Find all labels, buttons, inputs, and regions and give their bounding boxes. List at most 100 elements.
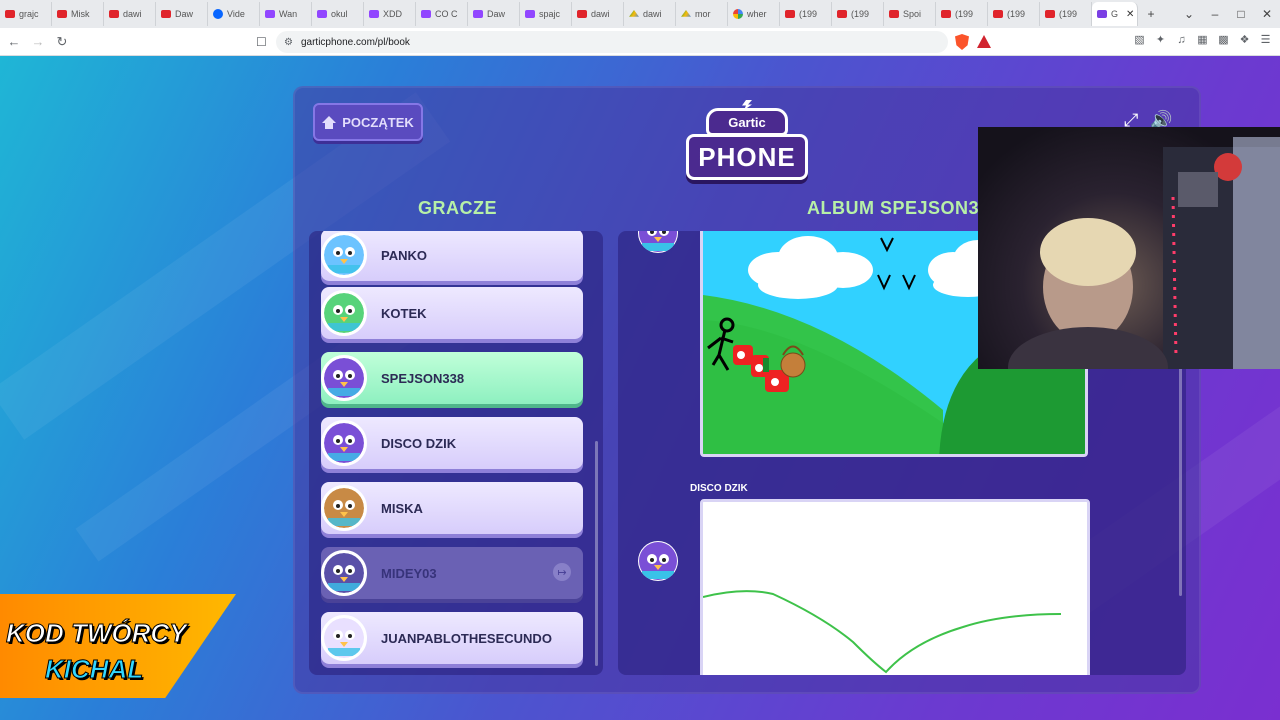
forward-arrow-icon[interactable]: → (28, 32, 48, 52)
tab-title: XDD (383, 9, 403, 19)
tab-title: (199 (1059, 9, 1078, 19)
bookmark-icon[interactable]: ☐ (256, 35, 267, 49)
browser-tab[interactable]: Daw (468, 2, 520, 26)
tab-favicon-icon (213, 9, 223, 19)
sidebar-icon[interactable]: ▦ (1196, 33, 1209, 46)
puzzle-icon[interactable]: ✦ (1154, 33, 1167, 46)
player-row[interactable]: SPEJSON338 (321, 352, 583, 404)
player-avatar (321, 485, 367, 531)
drawing-canvas (703, 502, 1087, 675)
browser-tab[interactable]: (199 (780, 2, 832, 26)
player-row[interactable]: MISKA (321, 482, 583, 534)
tab-title: wher (747, 9, 767, 19)
browser-tab[interactable]: (199 (1040, 2, 1092, 26)
browser-tab[interactable]: Wan (260, 2, 312, 26)
browser-tab[interactable]: dawi (104, 2, 156, 26)
minimize-icon[interactable]: – (1202, 2, 1228, 26)
browser-tab[interactable]: grajc (0, 2, 52, 26)
tab-favicon-icon (1097, 10, 1107, 18)
tab-favicon-icon (57, 10, 67, 18)
browser-tab[interactable]: (199 (988, 2, 1040, 26)
vpn-icon[interactable]: ❖ (1238, 33, 1251, 46)
gartic-phone-logo: PHONE Gartic (686, 100, 808, 182)
back-arrow-icon[interactable]: ← (4, 32, 24, 52)
browser-tab-strip: grajc Misk dawi Daw Vide Wan okul XDD CO C Daw spa… (0, 0, 1280, 28)
browser-toolbar: ← → ↻ ☐ ⚙ garticphone.com/pl/book ▧ ✦ ♫ … (0, 28, 1280, 56)
tab-title: (199 (955, 9, 974, 19)
player-row[interactable]: DISCO DZIK (321, 417, 583, 469)
player-row[interactable]: KOTEK (321, 287, 583, 339)
address-bar[interactable]: ⚙ garticphone.com/pl/book (276, 31, 948, 53)
players-list[interactable]: PANKO KOTEK SPEJSON338 DISCO DZIK MISKA MIDEY… (309, 231, 603, 675)
player-avatar (321, 420, 367, 466)
chevron-down-icon[interactable]: ⌄ (1176, 2, 1202, 26)
webcam-overlay (978, 127, 1280, 369)
tab-favicon-icon (941, 10, 951, 18)
logo-bottom: PHONE (686, 134, 808, 180)
browser-tab[interactable]: Spoi (884, 2, 936, 26)
music-icon[interactable]: ♫ (1175, 33, 1188, 46)
tab-favicon-icon (629, 10, 639, 17)
restore-icon[interactable]: □ (1228, 2, 1254, 26)
creator-code-banner: KOD TWÓRCY KICHAL (0, 588, 236, 698)
player-avatar (321, 290, 367, 336)
player-name: PANKO (381, 247, 427, 263)
player-avatar-icon (324, 553, 364, 593)
bird-avatar-icon (639, 542, 677, 580)
browser-tab[interactable]: CO C (416, 2, 468, 26)
player-name: JUANPABLOTHESECUNDO (381, 630, 552, 646)
tab-title: okul (331, 9, 348, 19)
player-avatar-icon (324, 293, 364, 333)
promo-line-1: KOD TWÓRCY (6, 618, 188, 649)
tab-favicon-icon (161, 10, 171, 18)
tab-title: Misk (71, 9, 90, 19)
player-row[interactable]: MIDEY03 ↦ (321, 547, 583, 599)
player-name: MIDEY03 (381, 565, 437, 581)
players-title: GRACZE (418, 198, 497, 218)
tab-title: Vide (227, 9, 245, 19)
player-avatar-icon (324, 235, 364, 275)
player-row[interactable]: PANKO (321, 231, 583, 281)
browser-tab[interactable]: (199 (936, 2, 988, 26)
menu-icon[interactable]: ☰ (1259, 33, 1272, 46)
browser-tab[interactable]: dawi (624, 2, 676, 26)
tab-favicon-icon (369, 10, 379, 18)
close-tab-icon[interactable]: ✕ (1126, 9, 1134, 20)
player-name: KOTEK (381, 305, 427, 321)
bird-avatar-icon (639, 231, 677, 252)
tab-title: dawi (123, 9, 142, 19)
browser-tab[interactable]: Vide (208, 2, 260, 26)
player-row[interactable]: JUANPABLOTHESECUNDO (321, 612, 583, 664)
players-scrollbar[interactable] (595, 441, 598, 666)
brave-shield-icon[interactable] (955, 34, 969, 50)
translate-icon[interactable]: ▧ (1133, 33, 1146, 46)
brave-rewards-icon[interactable] (977, 35, 991, 48)
tab-title: CO C (435, 9, 458, 19)
browser-tab[interactable]: XDD (364, 2, 416, 26)
tab-title: G (1111, 9, 1119, 19)
browser-tab[interactable]: mor (676, 2, 728, 26)
tab-title: Daw (487, 9, 506, 19)
tab-favicon-icon (837, 10, 847, 18)
close-window-icon[interactable]: ✕ (1254, 2, 1280, 26)
tab-title: (199 (851, 9, 870, 19)
site-info-icon[interactable]: ⚙ (284, 37, 293, 48)
browser-tab-active[interactable]: G ✕ (1092, 2, 1138, 26)
tab-favicon-icon (525, 10, 535, 18)
browser-tab[interactable]: dawi (572, 2, 624, 26)
browser-tab[interactable]: okul (312, 2, 364, 26)
plus-icon[interactable]: + (1138, 2, 1164, 26)
browser-tab[interactable]: spajc (520, 2, 572, 26)
player-avatar-icon (324, 358, 364, 398)
wallet-icon[interactable]: ▩ (1217, 33, 1230, 46)
tab-title: Spoi (903, 9, 922, 19)
home-button[interactable]: POCZĄTEK (313, 103, 423, 141)
browser-tab[interactable]: wher (728, 2, 780, 26)
album-scrollbar[interactable] (1179, 366, 1182, 596)
browser-tab[interactable]: Daw (156, 2, 208, 26)
browser-tab[interactable]: Misk (52, 2, 104, 26)
player-avatar-icon (324, 488, 364, 528)
browser-tab[interactable]: (199 (832, 2, 884, 26)
tab-favicon-icon (1045, 10, 1055, 18)
reload-icon[interactable]: ↻ (52, 32, 72, 52)
